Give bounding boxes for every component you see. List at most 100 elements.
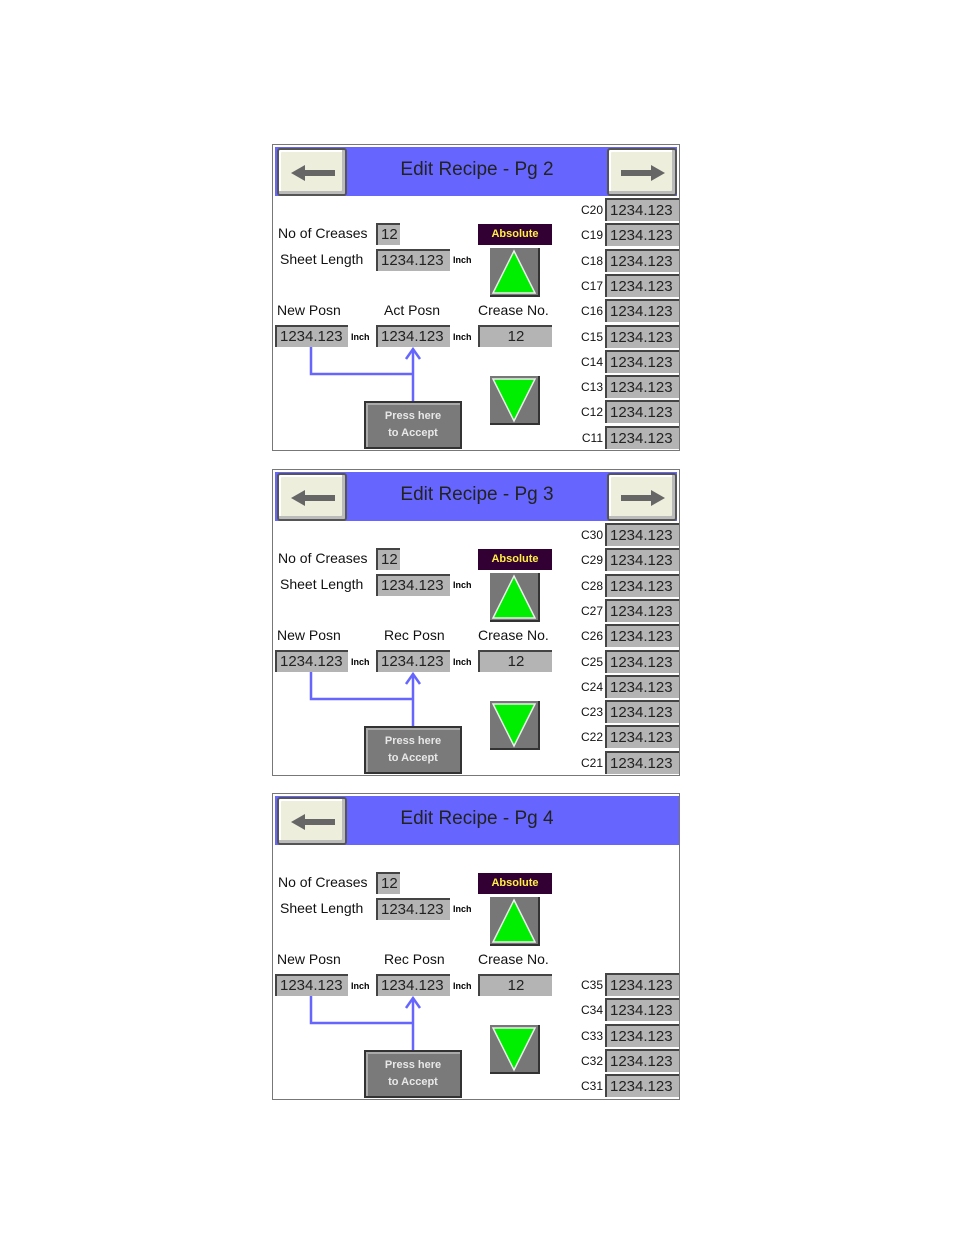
crease-value-field[interactable]: 1234.123 — [605, 198, 679, 221]
crease-label: C25 — [580, 654, 603, 669]
crease-label: C20 — [580, 203, 603, 217]
crease-label: C18 — [580, 253, 603, 268]
crease-value-field[interactable]: 1234.123 — [605, 223, 679, 247]
crease-value-field[interactable]: 1234.123 — [605, 400, 679, 424]
no-of-creases-field[interactable]: 12 — [376, 548, 400, 570]
sheet-length-field[interactable]: 1234.123 — [376, 249, 450, 271]
crease-label: C15 — [580, 329, 603, 344]
crease-down-button[interactable] — [490, 1025, 540, 1074]
no-of-creases-label: No of Creases — [278, 874, 368, 890]
new-posn-label: New Posn — [277, 951, 341, 967]
crease-label: C23 — [580, 705, 603, 720]
unit-label: Inch — [351, 981, 370, 991]
accept-line1: Press here — [384, 410, 442, 422]
crease-value-field[interactable]: 1234.123 — [605, 649, 679, 673]
sheet-length-label: Sheet Length — [280, 576, 364, 592]
accept-line1: Press here — [384, 1059, 442, 1071]
crease-value-field[interactable]: 1234.123 — [605, 523, 679, 546]
page-title: Edit Recipe - Pg 4 — [400, 808, 554, 829]
page-title: Edit Recipe - Pg 3 — [400, 484, 554, 505]
accept-line2: to Accept — [388, 1076, 438, 1088]
crease-value-field[interactable]: 1234.123 — [605, 725, 679, 749]
crease-no-field[interactable]: 12 — [478, 325, 552, 347]
accept-line1: Press here — [384, 735, 442, 747]
unit-label: Inch — [453, 255, 472, 265]
crease-up-button[interactable] — [490, 897, 540, 946]
crease-value-field[interactable]: 1234.123 — [605, 700, 679, 724]
crease-no-field[interactable]: 12 — [478, 650, 552, 672]
sheet-length-label: Sheet Length — [280, 251, 364, 267]
crease-value-field[interactable]: 1234.123 — [605, 998, 679, 1022]
crease-up-button[interactable] — [490, 573, 540, 622]
mode-button[interactable]: Absolute — [478, 873, 552, 894]
crease-label: C29 — [580, 553, 603, 568]
unit-label: Inch — [453, 580, 472, 590]
edit-recipe-panel: Edit Recipe - Pg 4 No of Creases 12 Shee… — [272, 793, 680, 1100]
crease-no-label: Crease No. — [478, 302, 549, 318]
crease-label: C11 — [581, 430, 603, 445]
new-posn-label: New Posn — [277, 627, 341, 643]
new-posn-field[interactable]: 1234.123 — [275, 974, 348, 996]
triangle-down-icon — [491, 703, 537, 748]
crease-value-field[interactable]: 1234.123 — [605, 349, 679, 373]
crease-down-button[interactable] — [490, 376, 540, 425]
edit-recipe-panel: Edit Recipe - Pg 2 No of Creases 12 Shee… — [272, 144, 680, 451]
crease-value-field[interactable]: 1234.123 — [605, 1048, 679, 1072]
unit-label: Inch — [351, 332, 370, 342]
new-posn-field[interactable]: 1234.123 — [275, 650, 348, 672]
mode-button[interactable]: Absolute — [478, 224, 552, 245]
crease-value-field[interactable]: 1234.123 — [605, 1023, 679, 1047]
triangle-up-icon — [491, 898, 537, 943]
new-posn-field[interactable]: 1234.123 — [275, 325, 348, 347]
posn2-label: Rec Posn — [384, 627, 445, 643]
accept-button[interactable]: Press here to Accept — [364, 1050, 462, 1098]
posn2-field[interactable]: 1234.123 — [376, 325, 450, 347]
crease-label: C13 — [580, 380, 603, 395]
crease-up-button[interactable] — [490, 248, 540, 297]
new-posn-label: New Posn — [277, 302, 341, 318]
crease-value-field[interactable]: 1234.123 — [605, 299, 679, 323]
no-of-creases-field[interactable]: 12 — [376, 872, 400, 894]
crease-value-field[interactable]: 1234.123 — [605, 375, 679, 399]
crease-value-field[interactable]: 1234.123 — [605, 248, 679, 272]
crease-value-field[interactable]: 1234.123 — [605, 1074, 679, 1098]
no-of-creases-field[interactable]: 12 — [376, 223, 400, 245]
crease-label: C17 — [580, 278, 603, 293]
triangle-down-icon — [491, 1027, 537, 1072]
crease-value-field[interactable]: 1234.123 — [605, 750, 679, 774]
crease-value-field[interactable]: 1234.123 — [605, 973, 679, 996]
mode-button[interactable]: Absolute — [478, 549, 552, 570]
crease-value-field[interactable]: 1234.123 — [605, 324, 679, 348]
crease-label: C34 — [580, 1003, 603, 1018]
crease-value-field[interactable]: 1234.123 — [605, 598, 679, 622]
crease-down-button[interactable] — [490, 701, 540, 750]
sheet-length-field[interactable]: 1234.123 — [376, 898, 450, 920]
crease-value-field[interactable]: 1234.123 — [605, 425, 679, 449]
crease-value-field[interactable]: 1234.123 — [605, 573, 679, 597]
crease-no-field[interactable]: 12 — [478, 974, 552, 996]
crease-label: C19 — [580, 228, 603, 243]
crease-value-field[interactable]: 1234.123 — [605, 273, 679, 297]
posn2-field[interactable]: 1234.123 — [376, 974, 450, 996]
crease-label: C21 — [580, 755, 603, 770]
crease-label: C26 — [580, 629, 603, 644]
posn2-field[interactable]: 1234.123 — [376, 650, 450, 672]
unit-label: Inch — [453, 657, 472, 667]
accept-line2: to Accept — [388, 752, 438, 764]
crease-label: C16 — [580, 304, 603, 319]
crease-no-label: Crease No. — [478, 627, 549, 643]
crease-value-field[interactable]: 1234.123 — [605, 548, 679, 572]
accept-button[interactable]: Press here to Accept — [364, 726, 462, 774]
sheet-length-label: Sheet Length — [280, 900, 364, 916]
crease-label: C32 — [580, 1053, 603, 1068]
sheet-length-field[interactable]: 1234.123 — [376, 574, 450, 596]
accept-button[interactable]: Press here to Accept — [364, 401, 462, 449]
unit-label: Inch — [453, 981, 472, 991]
unit-label: Inch — [351, 657, 370, 667]
crease-value-field[interactable]: 1234.123 — [605, 624, 679, 648]
crease-label: C31 — [580, 1079, 603, 1094]
no-of-creases-label: No of Creases — [278, 225, 368, 241]
transfer-arrow-icon — [309, 346, 422, 401]
page-title: Edit Recipe - Pg 2 — [400, 159, 554, 180]
crease-value-field[interactable]: 1234.123 — [605, 674, 679, 698]
